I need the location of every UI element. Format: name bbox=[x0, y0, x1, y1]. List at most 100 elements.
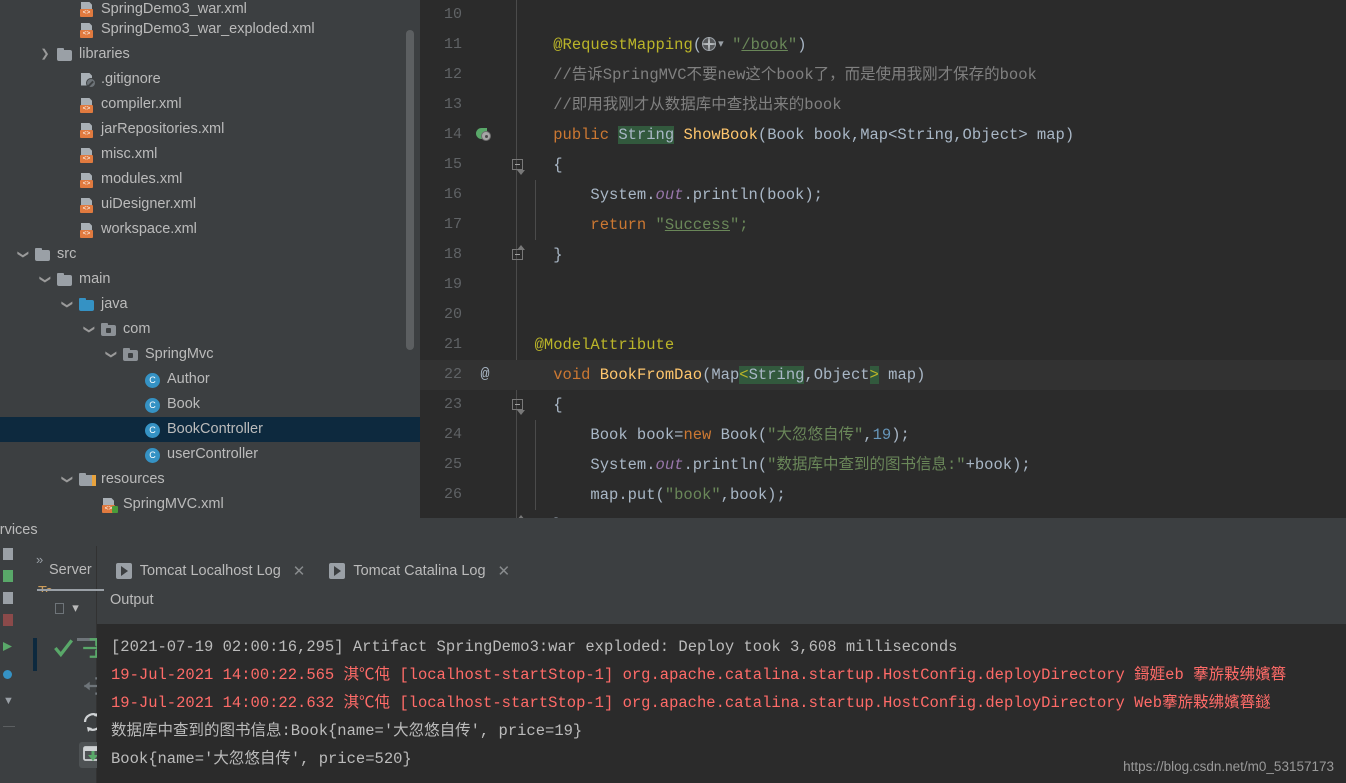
tree-item-uidesigner-xml[interactable]: uiDesigner.xml bbox=[0, 192, 420, 217]
tree-item-src[interactable]: ❯ src bbox=[0, 242, 420, 267]
web-globe-inlay-icon[interactable]: ▾ bbox=[702, 36, 732, 51]
line-number: 17 bbox=[443, 216, 462, 233]
strip-info-icon[interactable] bbox=[3, 670, 12, 679]
code-text: System.out.println("数据库中查到的图书信息:"+book); bbox=[516, 450, 1030, 480]
tree-item-label: userController bbox=[167, 446, 259, 462]
code-token: void bbox=[553, 366, 591, 384]
chevron-down-icon[interactable]: ❯ bbox=[78, 317, 100, 342]
project-tree-panel[interactable]: SpringDemo3_war.xml SpringDemo3_war_explo… bbox=[0, 0, 420, 518]
line-number: 15 bbox=[443, 156, 462, 173]
chevron-right-icon[interactable]: ❯ bbox=[34, 42, 56, 67]
code-token: Object bbox=[813, 366, 870, 384]
tree-item-libraries[interactable]: ❯ libraries bbox=[0, 42, 420, 67]
xml-file-icon bbox=[78, 222, 96, 238]
package-icon bbox=[100, 322, 118, 338]
code-text: { bbox=[516, 150, 562, 180]
code-line-11[interactable]: 11 @RequestMapping(▾ "/book") bbox=[420, 30, 1346, 60]
code-line-12[interactable]: 12 //告诉SpringMVC不要new这个book了，而是使用我刚才保存的b… bbox=[420, 60, 1346, 90]
chevron-down-icon[interactable]: ❯ bbox=[34, 267, 56, 292]
spring-bean-gutter-icon[interactable] bbox=[472, 120, 496, 150]
line-number: 22 bbox=[443, 366, 462, 383]
strip-db-icon[interactable] bbox=[3, 614, 13, 626]
tree-item-misc-xml[interactable]: misc.xml bbox=[0, 142, 420, 167]
chevron-down-icon[interactable]: ❯ bbox=[100, 342, 122, 367]
tree-item-springmvc-xml[interactable]: SpringMVC.xml bbox=[0, 492, 420, 517]
code-token: ); bbox=[891, 426, 910, 444]
close-icon[interactable]: ✕ bbox=[498, 562, 511, 580]
code-line-16[interactable]: 16 System.out.println(book); bbox=[420, 180, 1346, 210]
tree-item-usercontroller[interactable]: userController bbox=[0, 442, 420, 467]
code-line-26[interactable]: 26 map.put("book",book); bbox=[420, 480, 1346, 510]
code-line-22[interactable]: 22 @ void BookFromDao(Map<String,Object> … bbox=[420, 360, 1346, 390]
code-line-21[interactable]: 21 @ModelAttribute bbox=[420, 330, 1346, 360]
xml-file-icon bbox=[78, 197, 96, 213]
code-token: .println( bbox=[683, 456, 768, 474]
code-line-23[interactable]: 23 { bbox=[420, 390, 1346, 420]
code-token: Success bbox=[664, 216, 730, 234]
console-line: 19-Jul-2021 14:00:22.632 淇℃伅 [localhost-… bbox=[111, 694, 1271, 712]
code-line-18[interactable]: 18 } bbox=[420, 240, 1346, 270]
code-line-20[interactable]: 20 bbox=[420, 300, 1346, 330]
strip-divider bbox=[3, 726, 15, 727]
tree-item-resources[interactable]: ❯ resources bbox=[0, 467, 420, 492]
tree-item-modules-xml[interactable]: modules.xml bbox=[0, 167, 420, 192]
code-line-15[interactable]: 15 { bbox=[420, 150, 1346, 180]
strip-module-icon[interactable] bbox=[3, 592, 13, 604]
code-token: BookFromDao bbox=[599, 366, 703, 384]
close-icon[interactable]: ✕ bbox=[293, 562, 306, 580]
chevron-down-icon[interactable]: ❯ bbox=[56, 292, 78, 317]
tree-item-com[interactable]: ❯ com bbox=[0, 317, 420, 342]
tab-label: Server bbox=[49, 562, 92, 578]
chevron-down-icon[interactable]: ❯ bbox=[56, 467, 78, 492]
tree-item-label: Book bbox=[167, 396, 201, 412]
strip-chevron-down-icon[interactable]: ▼ bbox=[3, 696, 17, 710]
project-tree-scrollbar[interactable] bbox=[406, 30, 414, 350]
tree-item-label: main bbox=[79, 271, 111, 287]
code-token: map) bbox=[878, 366, 926, 384]
tree-item-bookcontroller[interactable]: BookController bbox=[0, 417, 420, 442]
tree-item-label: compiler.xml bbox=[101, 96, 182, 112]
run-icon bbox=[115, 563, 132, 579]
tree-item-main[interactable]: ❯ main bbox=[0, 267, 420, 292]
code-token: map.put( bbox=[516, 486, 665, 504]
tree-item-book[interactable]: Book bbox=[0, 392, 420, 417]
code-token: , bbox=[863, 426, 873, 444]
code-line-27[interactable]: 27 } bbox=[420, 510, 1346, 518]
tab-tomcat-localhost-log[interactable]: Tomcat Localhost Log ✕ bbox=[104, 551, 318, 591]
tree-item-springdemo3-war-exploded-xml[interactable]: SpringDemo3_war_exploded.xml bbox=[0, 17, 420, 42]
chevron-down-icon[interactable]: ❯ bbox=[12, 242, 34, 267]
tree-item-java[interactable]: ❯ java bbox=[0, 292, 420, 317]
console-filter-dropdown[interactable]: ▾ bbox=[37, 592, 97, 624]
folder-blue-icon bbox=[78, 297, 96, 313]
tree-item-jarrepositories-xml[interactable]: jarRepositories.xml bbox=[0, 117, 420, 142]
code-line-25[interactable]: 25 System.out.println("数据库中查到的图书信息:"+boo… bbox=[420, 450, 1346, 480]
strip-run-icon[interactable] bbox=[3, 570, 13, 582]
code-line-10[interactable]: 10 bbox=[420, 0, 1346, 30]
line-number: 16 bbox=[443, 186, 462, 203]
tree-item-workspace-xml[interactable]: workspace.xml bbox=[0, 217, 420, 242]
console-tab-bar[interactable]: Server Tomcat Localhost Log ✕ Tomcat Catali… bbox=[37, 551, 522, 591]
tree-item-author[interactable]: Author bbox=[0, 367, 420, 392]
code-line-24[interactable]: 24 Book book=new Book("大忽悠自传",19); bbox=[420, 420, 1346, 450]
strip-server-icon[interactable] bbox=[3, 548, 13, 560]
xml-file-icon bbox=[78, 147, 96, 163]
annotation-gutter-icon[interactable]: @ bbox=[472, 360, 496, 390]
chevron-down-icon[interactable]: ▾ bbox=[72, 600, 79, 616]
java-class-icon bbox=[144, 422, 162, 438]
tree-item-springmvc[interactable]: ❯ SpringMvc bbox=[0, 342, 420, 367]
tab-server[interactable]: Server bbox=[37, 551, 104, 591]
tree-item-springdemo3-war-xml[interactable]: SpringDemo3_war.xml bbox=[0, 0, 420, 17]
code-token: out bbox=[655, 456, 684, 474]
code-line-14[interactable]: 14 public String ShowBook(Book book,Map<… bbox=[420, 120, 1346, 150]
code-line-13[interactable]: 13 //即用我刚才从数据库中查找出来的book bbox=[420, 90, 1346, 120]
tab-tomcat-catalina-log[interactable]: Tomcat Catalina Log ✕ bbox=[317, 551, 522, 591]
tree-item--gitignore[interactable]: .gitignore bbox=[0, 67, 420, 92]
check-icon[interactable] bbox=[51, 636, 75, 660]
code-editor[interactable]: 10 11 @RequestMapping(▾ "/book") 12 //告诉Spr… bbox=[420, 0, 1346, 518]
code-line-19[interactable]: 19 bbox=[420, 270, 1346, 300]
code-token: Book( bbox=[711, 426, 768, 444]
tree-item-compiler-xml[interactable]: compiler.xml bbox=[0, 92, 420, 117]
strip-play-icon[interactable] bbox=[3, 642, 12, 651]
code-token: //即用我刚才从数据库中查找出来的book bbox=[516, 96, 842, 114]
code-line-17[interactable]: 17 return "Success"; bbox=[420, 210, 1346, 240]
